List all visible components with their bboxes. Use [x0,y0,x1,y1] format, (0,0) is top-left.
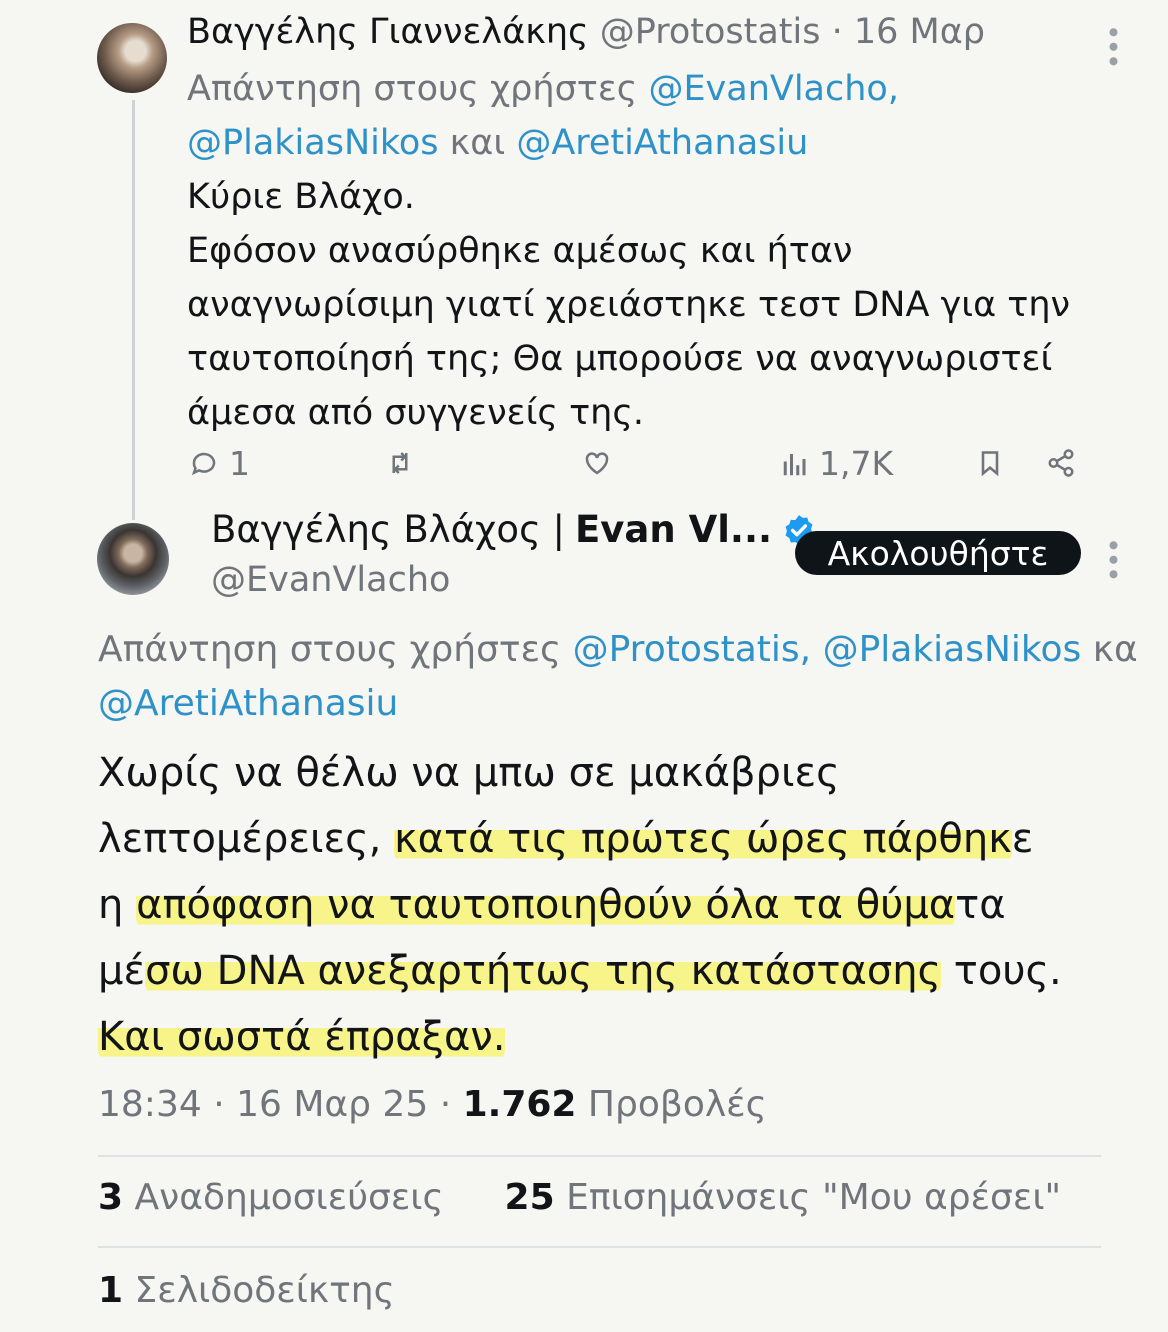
author-name-row[interactable]: Βαγγέλης Βλάχος | Evan Vl... [211,508,816,551]
tweet-text-line: Και σωστά έπραξαν. [98,1004,1158,1070]
share-icon [1048,449,1074,477]
mention-link[interactable]: @Protostatis, [573,629,812,670]
bookmarks-count: 1 [98,1270,124,1311]
text-segment: μέ [98,948,146,994]
tweet-text-line: η απόφαση να ταυτοποιηθούν όλα τα θύματα [98,872,1158,938]
tweet-date[interactable]: 16 Μαρ 25 [236,1084,428,1125]
tweet-text: Κύριε Βλάχο. Εφόσον ανασύρθηκε αμέσως κα… [187,170,1087,440]
more-options-icon[interactable]: ••• [1096,537,1129,581]
text-segment: τα [955,882,1006,928]
tweet-text-line: Χωρίς να θέλω να μπω σε μακάβριες [98,740,1158,806]
mention-link[interactable]: @PlakiasNikos [187,123,439,163]
repost-button[interactable] [384,448,416,478]
reply-icon [191,452,216,475]
reply-and: και [438,123,517,163]
author-handle[interactable]: @EvanVlacho [211,560,450,600]
highlighted-text: απόφαση να ταυτοποιηθούν όλα τα θύμα [136,882,956,928]
tweet-text: Χωρίς να θέλω να μπω σε μακάβριες λεπτομ… [98,740,1158,1070]
views-count: 1.762 [462,1084,577,1125]
author-name-bold[interactable]: Evan Vl... [575,508,772,551]
reposts-count: 3 [98,1177,124,1218]
author-name[interactable]: Βαγγέλης Βλάχος | [211,508,565,551]
tweet-meta: 18:34 · 16 Μαρ 25 · 1.762 Προβολές [98,1084,767,1125]
likes-label: Επισημάνσεις "Μου αρέσει" [554,1177,1062,1218]
views-count: 1,7K [819,444,894,483]
tweet-text-line: άμεσα από συγγενείς της. [187,393,644,433]
author-name[interactable]: Βαγγέλης Γιαννελάκης [187,12,589,52]
views-button[interactable]: 1,7K [779,444,893,483]
reply-prefix: Απάντηση στους χρήστες [98,629,573,670]
bookmark-button[interactable] [976,448,1004,478]
reply-context: Απάντηση στους χρήστες @EvanVlacho, @Pla… [187,62,1087,170]
divider [98,1246,1101,1248]
mention-link[interactable]: @AretiAthanasiu [516,123,808,163]
divider [98,1155,1101,1157]
bookmarks-stat[interactable]: 1 Σελιδοδείκτης [98,1270,395,1311]
likes-stat[interactable]: 25 Επισημάνσεις "Μου αρέσει" [505,1177,1062,1218]
tweet-time[interactable]: 18:34 [98,1084,202,1125]
follow-button[interactable]: Ακολουθήστε [795,531,1081,575]
separator: · [428,1084,463,1125]
reply-and: κα [1081,629,1138,670]
tweet-text-line: Εφόσον ανασύρθηκε αμέσως και ήταν [187,231,853,271]
tweet-date[interactable]: 16 Μαρ [854,12,985,52]
like-button[interactable] [582,448,612,478]
text-segment: Χωρίς να θέλω να μπω σε μακάβριες [98,750,840,796]
tweet-text-line: Κύριε Βλάχο. [187,177,415,217]
avatar[interactable] [97,23,167,93]
mention-link[interactable]: @PlakiasNikos [823,629,1082,670]
author-handle[interactable]: @Protostatis [600,12,821,52]
highlighted-text: κατά τις πρώτες ώρες πάρθηκ [394,816,1012,862]
more-options-icon[interactable]: ••• [1096,24,1129,68]
tweet-text-line: μέσω DNA ανεξαρτήτως της κατάστασης τους… [98,938,1158,1004]
text-segment: τους. [941,948,1062,994]
mention-link[interactable]: @EvanVlacho, [648,69,899,109]
separator: · [820,12,854,52]
reply-prefix: Απάντηση στους χρήστες [187,69,649,109]
tweet-header: Βαγγέλης Γιαννελάκης @Protostatis · 16 Μ… [187,12,985,52]
mention-link[interactable]: @AretiAthanasiu [98,683,398,724]
reposts-label: Αναδημοσιεύσεις [123,1177,444,1218]
highlighted-text: σω DNA ανεξαρτήτως της κατάστασης [145,948,942,994]
reply-button[interactable]: 1 [189,444,250,483]
tweet-text-line: ταυτοποίησή της; Θα μπορούσε να αναγνωρι… [187,339,1053,379]
highlighted-text: Και σωστά έπραξαν. [98,1014,506,1060]
text-segment: ε [1011,816,1034,862]
separator: · [201,1084,237,1125]
likes-count: 25 [504,1177,555,1218]
engagement-stats: 3 Αναδημοσιεύσεις 25 Επισημάνσεις "Μου α… [98,1177,1061,1218]
tweet-text-line: λεπτομέρειες, κατά τις πρώτες ώρες πάρθη… [98,806,1158,872]
heart-icon [585,452,609,475]
thread-line [132,100,135,520]
share-button[interactable] [1046,448,1076,478]
repost-icon [392,452,408,474]
avatar[interactable] [97,523,169,595]
text-segment: η [98,882,137,928]
reply-context: Απάντηση στους χρήστες @Protostatis, @Pl… [98,623,1158,731]
views-label: Προβολές [576,1084,767,1125]
views-chart-icon [783,453,806,475]
text-segment: λεπτομέρειες, [98,816,395,862]
tweet-text-line: αναγνωρίσιμη γιατί χρειάστηκε τεστ DNA γ… [187,285,1071,325]
reply-count: 1 [229,444,250,483]
reposts-stat[interactable]: 3 Αναδημοσιεύσεις [98,1177,444,1218]
bookmark-icon [981,451,999,477]
bookmarks-label: Σελιδοδείκτης [123,1270,395,1311]
